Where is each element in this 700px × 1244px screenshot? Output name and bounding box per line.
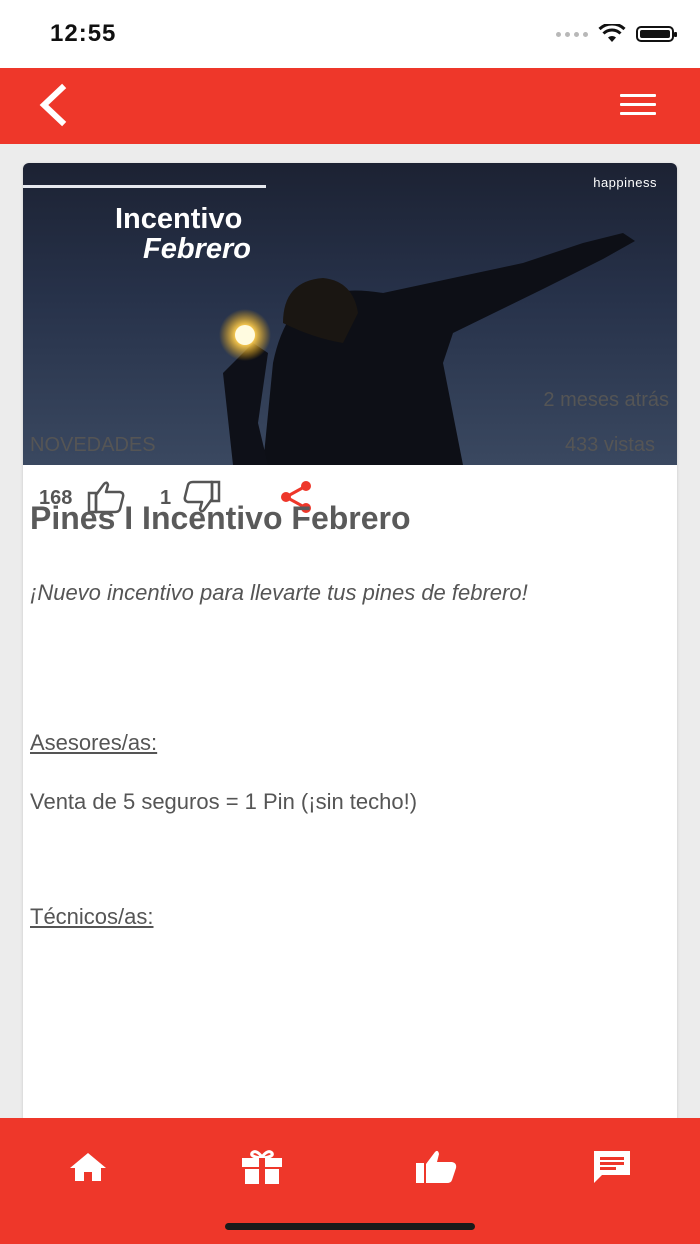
status-bar: 12:55 <box>0 0 700 68</box>
top-navigation-bar <box>0 68 700 144</box>
menu-button[interactable] <box>620 94 656 118</box>
chevron-left-icon <box>39 83 67 127</box>
back-button[interactable] <box>34 82 74 128</box>
post-category: NOVEDADES <box>30 434 156 456</box>
banner-title-line2: Febrero <box>143 233 251 265</box>
battery-icon <box>636 26 677 42</box>
section-text-advisors: Venta de 5 seguros = 1 Pin (¡sin techo!) <box>30 789 418 814</box>
banner-divider <box>23 185 266 188</box>
post-views: 433 vistas <box>564 434 655 456</box>
hamburger-menu-icon <box>620 94 656 97</box>
home-indicator <box>225 1223 475 1230</box>
post-banner-image: Incentivo Febrero happiness <box>23 163 677 465</box>
banner-title-line1: Incentivo <box>115 203 243 235</box>
nav-home[interactable] <box>66 1148 110 1186</box>
wifi-icon <box>598 24 626 42</box>
section-heading-advisors: Asesores/as: <box>30 730 158 755</box>
status-time: 12:55 <box>50 20 117 47</box>
thumbs-up-icon <box>416 1150 457 1183</box>
gift-icon <box>242 1150 282 1184</box>
nav-gifts[interactable] <box>240 1148 284 1186</box>
section-heading-technicians: Técnicos/as: <box>30 904 154 929</box>
chat-icon <box>594 1151 630 1183</box>
post-time-ago: 2 meses atrás <box>543 389 669 411</box>
home-icon <box>70 1153 106 1181</box>
post-intro: ¡Nuevo incentivo para llevarte tus pines… <box>30 580 528 605</box>
post-title: Pines I Incentivo Febrero <box>30 500 411 536</box>
brand-logo: happiness <box>593 175 657 190</box>
status-icons <box>556 24 677 44</box>
nav-messages[interactable] <box>590 1148 634 1186</box>
nav-likes[interactable] <box>414 1148 458 1186</box>
signal-icon <box>556 31 588 37</box>
post-card: Incentivo Febrero happiness 168 1 <box>23 163 677 1123</box>
